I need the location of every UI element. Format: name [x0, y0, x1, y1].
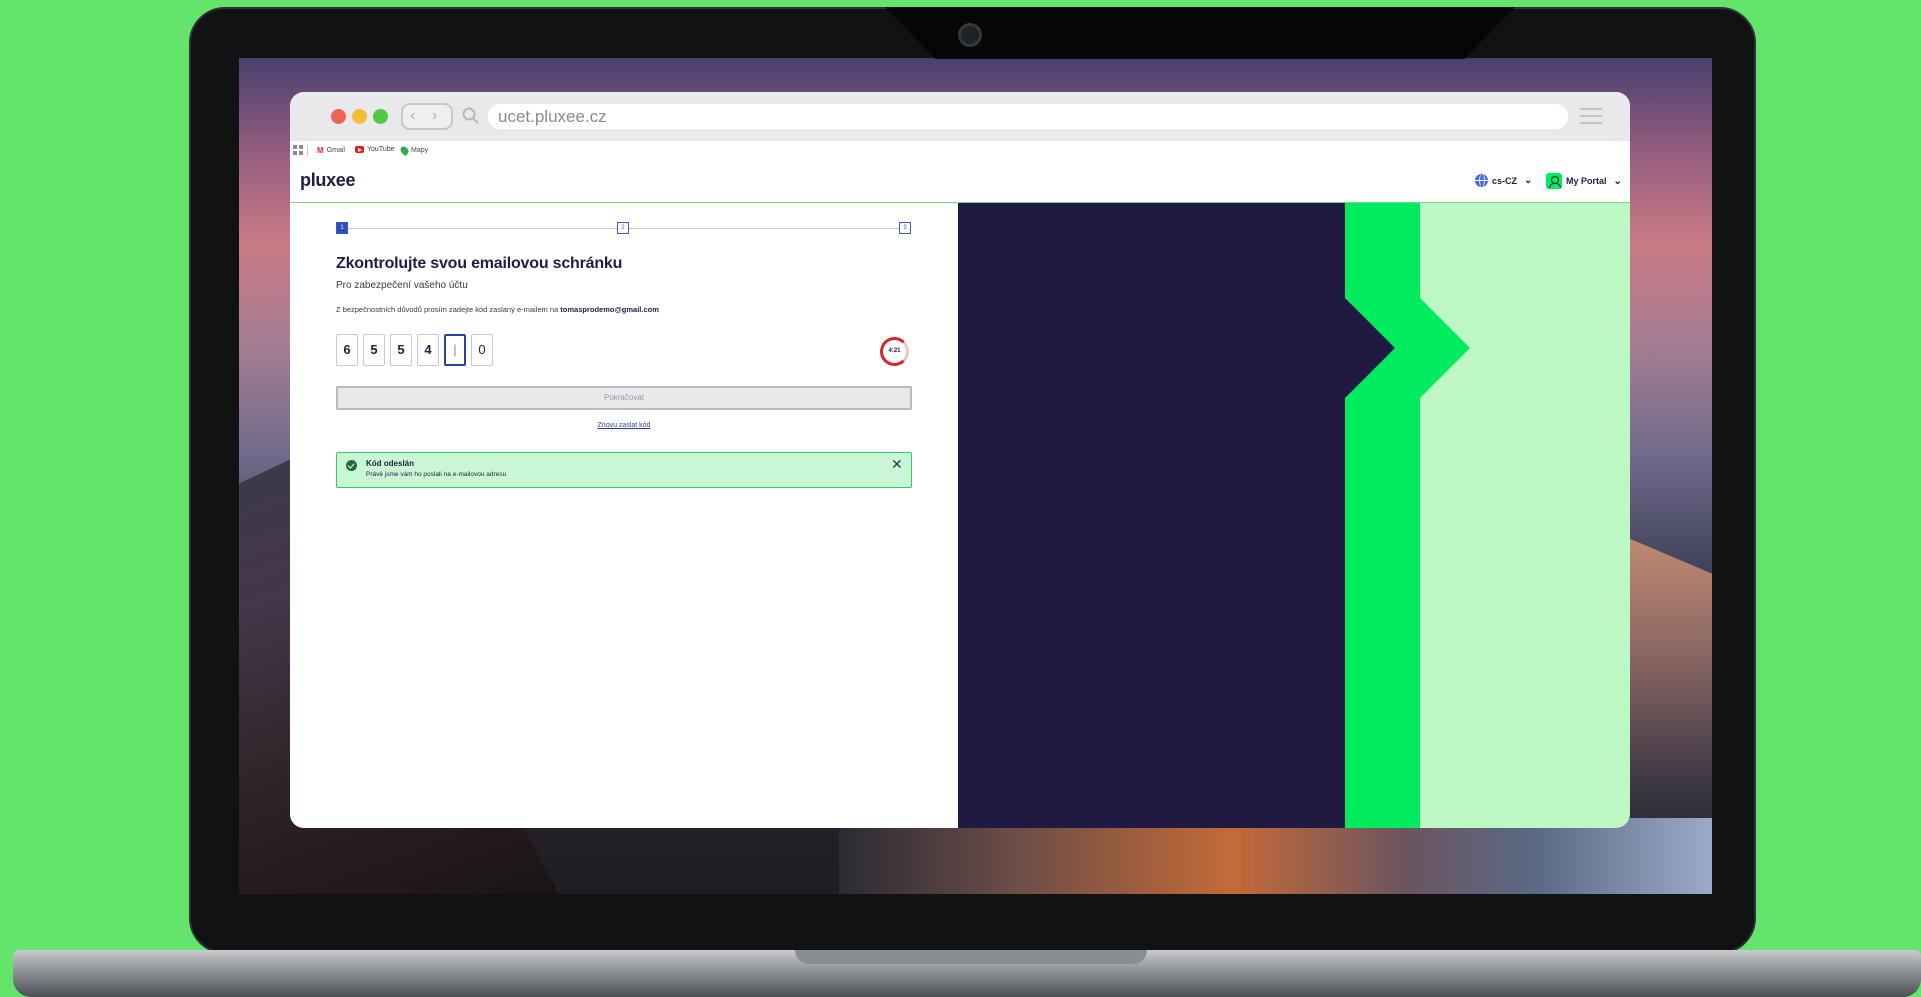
bookmark-label: Gmail [326, 147, 345, 154]
otp-digit-5[interactable]: | [444, 334, 466, 366]
page-title: Zkontrolujte svou emailovou schránku [336, 255, 623, 272]
otp-digit-6[interactable]: 0 [471, 334, 493, 366]
app-header: pluxee cs-CZ ⌄ My Portal ⌄ [290, 161, 1630, 203]
step-1: 1 [336, 222, 348, 234]
otp-digit-1[interactable]: 6 [336, 334, 358, 366]
otp-digit-2[interactable]: 5 [363, 334, 385, 366]
minimize-window-button[interactable] [352, 109, 367, 124]
maps-icon [398, 144, 411, 157]
otp-digit-3[interactable]: 5 [390, 334, 412, 366]
resend-code-area: Znovu zaslat kód [290, 422, 958, 429]
apps-grid-icon[interactable] [293, 145, 303, 155]
portal-menu[interactable]: My Portal ⌄ [1546, 173, 1622, 189]
close-icon[interactable]: ✕ [891, 457, 903, 471]
wallpaper-mountain-bottom [839, 818, 1712, 894]
progress-stepper: 1 2 3 [336, 222, 912, 236]
bookmarks-divider [307, 145, 308, 157]
gmail-icon: M [317, 146, 324, 155]
notification-message: Právě jsme vám ho poslali na e-mailovou … [366, 471, 507, 478]
hamburger-menu-icon[interactable] [1580, 108, 1602, 124]
instruction-text: Z bezpečnostních důvodů prosím zadejte k… [336, 305, 659, 314]
close-window-button[interactable] [331, 109, 346, 124]
instruction-prefix: Z bezpečnostních důvodů prosím zadejte k… [336, 305, 559, 314]
user-icon [1546, 173, 1562, 189]
laptop-base-notch [795, 950, 1147, 964]
otp-digit-4[interactable]: 4 [417, 334, 439, 366]
chevron-down-icon: ⌄ [1613, 175, 1622, 187]
bookmarks-bar: M Gmail YouTube Mapy [290, 141, 1630, 161]
chevron-down-icon: ⌄ [1524, 175, 1533, 186]
countdown-timer: 4:21 [880, 337, 909, 366]
continue-button[interactable]: Pokračovat [336, 386, 912, 410]
language-label: cs-CZ [1492, 175, 1518, 186]
step-2: 2 [617, 222, 629, 234]
bookmark-gmail[interactable]: M Gmail [317, 146, 345, 155]
browser-toolbar: ‹ › ucet.pluxee.cz [290, 92, 1630, 141]
globe-icon [1475, 174, 1488, 187]
portal-label: My Portal [1566, 176, 1607, 186]
search-icon[interactable] [460, 105, 482, 127]
forward-arrow-icon[interactable]: › [432, 107, 437, 125]
address-bar[interactable]: ucet.pluxee.cz [488, 104, 1568, 129]
back-arrow-icon[interactable]: ‹ [410, 107, 415, 125]
check-circle-icon [346, 460, 357, 471]
navigation-buttons: ‹ › [401, 103, 453, 130]
email-address: tomasprodemo@gmail.com [560, 305, 659, 314]
youtube-icon [355, 146, 364, 153]
notification-title: Kód odeslán [366, 459, 415, 468]
resend-code-link[interactable]: Znovu zaslat kód [598, 422, 651, 429]
bookmark-youtube[interactable]: YouTube [355, 146, 395, 153]
bookmark-label: Mapy [411, 147, 429, 154]
code-sent-notification: Kód odeslán Právě jsme vám ho poslali na… [336, 452, 912, 488]
browser-window: ‹ › ucet.pluxee.cz M Gmail YouTube Mapy [290, 92, 1630, 828]
maximize-window-button[interactable] [373, 109, 388, 124]
brand-hero-panel [958, 203, 1630, 828]
url-text: ucet.pluxee.cz [498, 107, 607, 126]
pluxee-logo[interactable]: pluxee [300, 170, 356, 191]
verification-panel: 1 2 3 Zkontrolujte svou emailovou schrán… [290, 203, 958, 828]
brand-chevron-graphic [1345, 203, 1470, 828]
otp-input-group: 6 5 5 4 | 0 [336, 334, 493, 366]
step-3: 3 [899, 222, 911, 234]
camera-icon [958, 23, 982, 47]
bookmark-label: YouTube [367, 146, 395, 153]
bookmark-maps[interactable]: Mapy [398, 144, 429, 157]
page-subtitle: Pro zabezpečení vašeho účtu [336, 280, 468, 291]
language-selector[interactable]: cs-CZ ⌄ [1475, 174, 1532, 187]
